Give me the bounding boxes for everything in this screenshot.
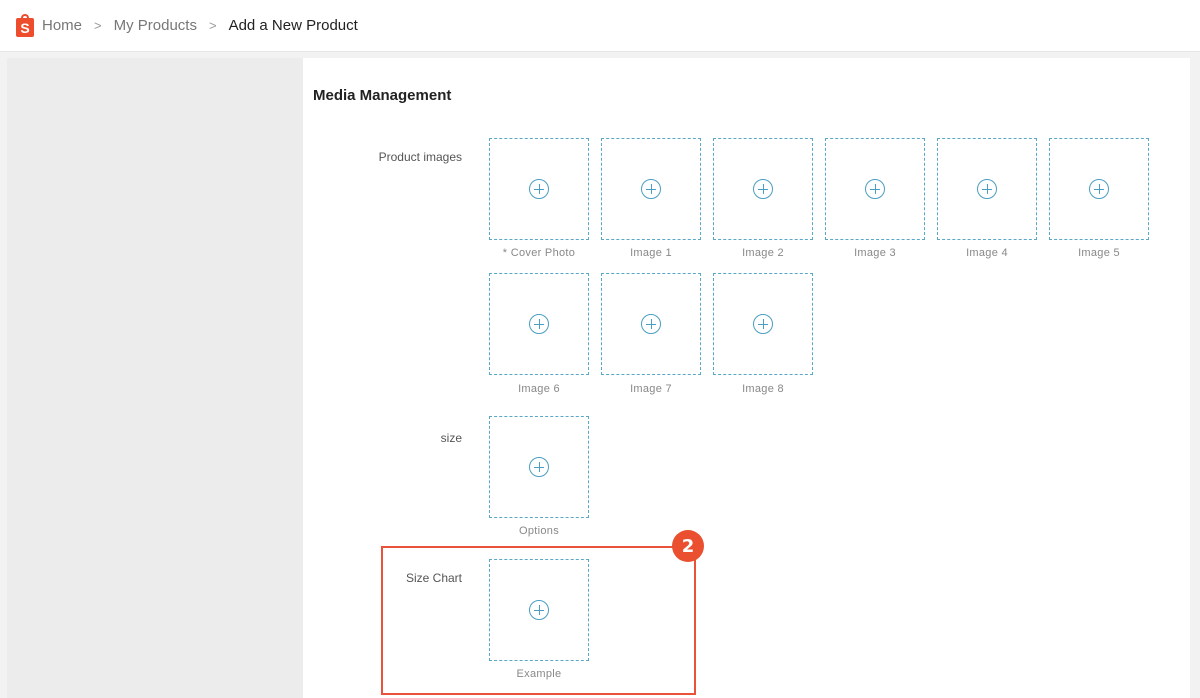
section-title: Media Management — [313, 87, 452, 104]
upload-cover-photo-slot[interactable] — [489, 138, 589, 240]
add-circle-icon — [529, 457, 549, 477]
breadcrumb-my-products[interactable]: My Products — [114, 17, 197, 34]
image-3-label: Image 3 — [854, 247, 896, 259]
image-2-label: Image 2 — [742, 247, 784, 259]
image-1-label: Image 1 — [630, 247, 672, 259]
breadcrumb-separator-icon: > — [94, 18, 102, 33]
upload-image-1-slot[interactable] — [601, 138, 701, 240]
add-circle-icon — [641, 314, 661, 334]
add-circle-icon — [529, 600, 549, 620]
upload-image-2-slot[interactable] — [713, 138, 813, 240]
image-8-label: Image 8 — [742, 383, 784, 395]
breadcrumb-bar: S Home > My Products > Add a New Product — [0, 0, 1200, 52]
upload-image-6-slot[interactable] — [489, 273, 589, 375]
image-7-label: Image 7 — [630, 383, 672, 395]
upload-size-options-slot[interactable] — [489, 416, 589, 518]
step-badge: 2 — [672, 530, 704, 562]
upload-size-chart-slot[interactable] — [489, 559, 589, 661]
size-chart-label: Size Chart — [405, 571, 462, 585]
add-circle-icon — [641, 179, 661, 199]
upload-image-3-slot[interactable] — [825, 138, 925, 240]
add-circle-icon — [529, 179, 549, 199]
upload-image-5-slot[interactable] — [1049, 138, 1149, 240]
add-circle-icon — [753, 314, 773, 334]
size-chart-example-label: Example — [516, 668, 562, 680]
breadcrumb-current-page: Add a New Product — [228, 17, 358, 34]
add-circle-icon — [865, 179, 885, 199]
breadcrumb-home[interactable]: Home — [42, 17, 82, 34]
shopee-logo-icon[interactable]: S — [16, 13, 34, 37]
add-circle-icon — [1089, 179, 1109, 199]
add-circle-icon — [753, 179, 773, 199]
sidebar — [7, 58, 303, 698]
size-label: size — [440, 431, 462, 445]
add-circle-icon — [977, 179, 997, 199]
image-5-label: Image 5 — [1078, 247, 1120, 259]
product-images-label: Product images — [378, 150, 462, 164]
upload-image-7-slot[interactable] — [601, 273, 701, 375]
size-options-label: Options — [518, 525, 559, 537]
image-4-label: Image 4 — [966, 247, 1008, 259]
add-circle-icon — [529, 314, 549, 334]
image-6-label: Image 6 — [518, 383, 560, 395]
upload-image-4-slot[interactable] — [937, 138, 1037, 240]
cover-photo-label: * Cover Photo — [502, 247, 576, 259]
breadcrumb-separator-icon: > — [208, 18, 217, 33]
upload-image-8-slot[interactable] — [713, 273, 813, 375]
